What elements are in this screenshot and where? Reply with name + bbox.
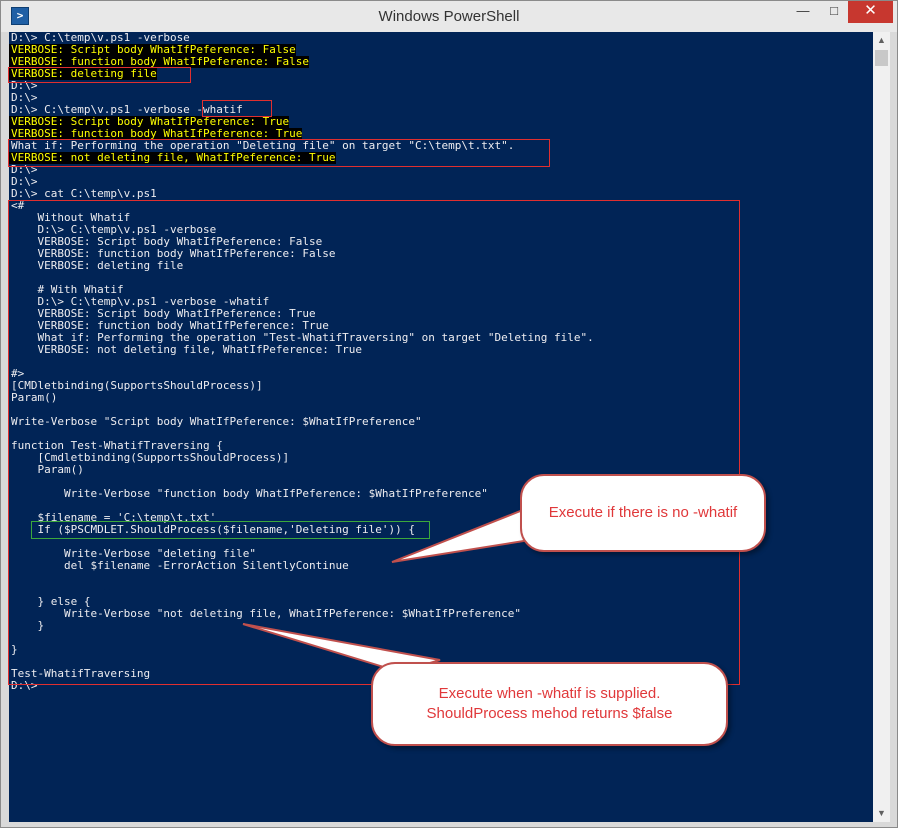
console-line: VERBOSE: not deleting file, WhatIfPefere… [11,343,362,356]
console-line: } [11,643,18,656]
console-lines: D:\> C:\temp\v.ps1 -verbose VERBOSE: Scri… [9,32,873,692]
window-title: Windows PowerShell [378,8,520,25]
console-line: [Cmdletbinding(SupportsShouldProcess)] [11,451,290,464]
console-line: D:\> [11,79,38,92]
console-line: Write-Verbose "Script body WhatIfPeferen… [11,415,422,428]
minimize-button[interactable]: — [788,1,818,23]
console-line: Write-Verbose "not deleting file, WhatIf… [11,607,521,620]
title-bar[interactable]: > Windows PowerShell — □ ✕ [1,1,897,32]
scroll-down-arrow-icon[interactable]: ▼ [873,805,890,822]
console-line: D:\> [11,163,38,176]
console-line: del $filename -ErrorAction SilentlyConti… [11,559,349,572]
maximize-button[interactable]: □ [819,1,849,23]
scroll-up-arrow-icon[interactable]: ▲ [873,32,890,49]
callout-whatif-line2: ShouldProcess mehod returns $false [426,705,673,722]
callout-whatif-line1: Execute when -whatif is supplied. [438,685,661,702]
console-line: [CMDletbinding(SupportsShouldProcess)] [11,379,263,392]
callout-no-whatif: Execute if there is no -whatif [520,474,766,552]
verbose-line: VERBOSE: not deleting file, WhatIfPefere… [9,151,336,164]
vertical-scrollbar[interactable]: ▲ ▼ [873,32,890,822]
console-line: } [11,619,45,632]
scroll-thumb[interactable] [875,50,888,66]
console-line: Param() [11,391,58,404]
console-line: D:\> cat C:\temp\v.ps1 [11,187,157,200]
console-line: <# [11,199,25,212]
close-button[interactable]: ✕ [848,1,893,23]
callout-no-whatif-text: Execute if there is no -whatif [548,504,738,521]
console-line: VERBOSE: deleting file [11,259,184,272]
callout-whatif: Execute when -whatif is supplied. Should… [371,662,728,746]
